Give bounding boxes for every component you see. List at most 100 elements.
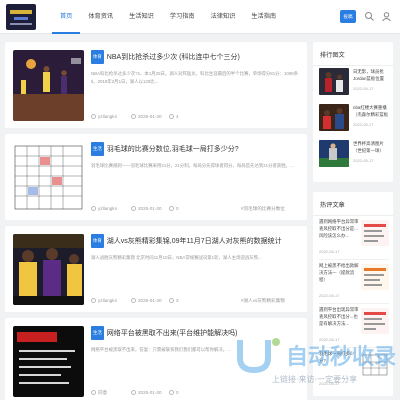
article-excerpt: 羽毛球比赛规则——羽毛球比赛采用21分，21分制，每局分先得球者得分，每局首先达… — [91, 163, 294, 168]
search-icon[interactable] — [364, 11, 375, 22]
article-thumbnail[interactable] — [13, 50, 84, 121]
ranking-item-date: 2022-05-17 — [353, 86, 374, 91]
view-count: 0 — [169, 204, 179, 214]
ranking-widget: 排行图文 日无影，球员抢Jordan篮板位置 2022-05-17 nba红楼大… — [313, 42, 393, 182]
view-count: 3 — [169, 296, 179, 306]
author[interactable]: yzllangkn — [91, 296, 117, 306]
ranking-title: 排行图文 — [313, 42, 393, 66]
article-card[interactable]: 体育 NBA到比抢杀过多少次 (科比连中七个三分) NBA科比抢杀过多少次?1、本… — [5, 42, 307, 128]
hot-article-item[interactable]: 羽毛球一局打多少分? 2022-05-17 — [319, 350, 389, 392]
contribute-button[interactable]: 投稿 — [340, 10, 356, 23]
article-card[interactable]: 生活 羽毛球的比赛分数位,羽毛球一局打多少分? 羽毛球比赛规则——羽毛球比赛采用2… — [5, 134, 307, 220]
nav-sports[interactable]: 体育资讯 — [80, 0, 121, 34]
count-text: 3 — [176, 298, 179, 303]
clock-icon — [131, 114, 136, 119]
article-body: 生活 羽毛球的比赛分数位,羽毛球一局打多少分? 羽毛球比赛规则——羽毛球比赛采用2… — [91, 142, 301, 214]
nav-life-knowledge[interactable]: 生活知识 — [121, 0, 162, 34]
eye-icon — [169, 114, 174, 119]
author[interactable]: 同意 — [91, 388, 107, 398]
logo-mark — [10, 23, 32, 25]
date-text: 2025-01-30 — [138, 298, 162, 303]
hot-article-thumbnail[interactable] — [361, 352, 389, 378]
hot-article-date: 2022-05-17 — [319, 337, 340, 342]
ranking-item-title[interactable]: 世界杯高清图片（世纪第一球） — [353, 140, 389, 154]
article-thumbnail[interactable] — [13, 142, 84, 213]
publish-date: 2025-01-30 — [131, 296, 162, 306]
article-card[interactable]: 体育 湖人vs灰熊精彩集锦,09年11月7日湖人对灰熊的数据统计 湖人战胜灰熊精彩… — [5, 226, 307, 312]
hot-article-title[interactable]: 羽毛球一局打多少分? — [319, 350, 359, 378]
author-icon — [91, 206, 96, 211]
author-icon — [91, 114, 96, 119]
article-meta: 同意 2025-01-30 0 — [91, 388, 301, 398]
hot-article-thumbnail[interactable] — [361, 264, 389, 290]
ranking-item-title[interactable]: nba红楼大赛重播（杰森尔精彩篮板位置） — [353, 104, 389, 118]
article-tag[interactable]: 生活 — [91, 142, 104, 156]
hot-article-item[interactable]: 遇到网络平台异常审查风控取不出分是...风险该怎么办... 2022-05-17 — [319, 218, 389, 260]
hot-article-date: 2022-05-17 — [319, 293, 340, 298]
hot-article-item[interactable]: 网上被黑不给出款解决方法—（提款流程） 2022-05-17 — [319, 262, 389, 304]
article-body: 生活 网络平台被黑取不出来(平台维护能解决吗) 网络平台被黑取不出来，答复：只需被… — [91, 326, 301, 398]
clock-icon — [131, 298, 136, 303]
hot-article-title[interactable]: 遇到平台出现异常审查风控取不出分...也是有解决方法... — [319, 306, 359, 334]
article-title-text[interactable]: 网络平台被黑取不出来(平台维护能解决吗) — [107, 330, 238, 337]
eye-icon — [169, 390, 174, 395]
article-thumbnail[interactable] — [13, 326, 84, 397]
article-topic-tag[interactable]: #羽毛球的比赛分数位 — [241, 204, 285, 214]
author-icon — [91, 298, 96, 303]
article-thumbnail[interactable] — [13, 234, 84, 305]
nav-home[interactable]: 首页 — [52, 0, 81, 34]
hot-article-title[interactable]: 网上被黑不给出款解决方法—（提款流程） — [319, 262, 359, 290]
date-text: 2025-01-30 — [138, 206, 162, 211]
view-count: 0 — [169, 388, 179, 398]
date-text: 2025-01-30 — [138, 114, 162, 119]
article-tag[interactable]: 体育 — [91, 50, 104, 64]
article-excerpt: 网络平台被黑取不出来，答复：只需被联系我们我们都可以帮你解决。... — [91, 347, 231, 352]
article-title-text[interactable]: 湖人vs灰熊精彩集锦,09年11月7日湖人对灰熊的数据统计 — [107, 238, 282, 245]
logo-mark — [14, 17, 28, 20]
ranking-item[interactable]: nba红楼大赛重播（杰森尔精彩篮板位置） 2022-05-17 — [319, 104, 389, 134]
article-tag[interactable]: 生活 — [91, 326, 104, 340]
article-title[interactable]: 体育 湖人vs灰熊精彩集锦,09年11月7日湖人对灰熊的数据统计 — [91, 234, 301, 248]
article-title-text[interactable]: NBA到比抢杀过多少次 (科比连中七个三分) — [107, 54, 240, 61]
author[interactable]: yzllangkn — [91, 112, 117, 122]
article-card[interactable]: 生活 网络平台被黑取不出来(平台维护能解决吗) 网络平台被黑取不出来，答复：只需被… — [5, 318, 307, 400]
author-name: 同意 — [98, 390, 108, 395]
eye-icon — [169, 206, 174, 211]
count-text: 4 — [176, 114, 179, 119]
site-header: 首页 体育资讯 生活知识 学习指南 法律知识 生活指南 投稿 — [0, 0, 400, 34]
article-meta: yzllangkn 2025-01-30 4 — [91, 112, 301, 122]
article-title[interactable]: 体育 NBA到比抢杀过多少次 (科比连中七个三分) — [91, 50, 301, 64]
article-title[interactable]: 生活 羽毛球的比赛分数位,羽毛球一局打多少分? — [91, 142, 301, 156]
hot-article-thumbnail[interactable] — [361, 220, 389, 246]
hot-article-item[interactable]: 遇到平台出现异常审查风控取不出分...也是有解决方法... 2022-05-17 — [319, 306, 389, 348]
article-title[interactable]: 生活 网络平台被黑取不出来(平台维护能解决吗) — [91, 326, 301, 340]
author-name: yzllangkn — [98, 298, 118, 303]
user-icon[interactable] — [381, 11, 392, 22]
nav-life-guide[interactable]: 生活指南 — [243, 0, 284, 34]
ranking-item[interactable]: 日无影，球员抢Jordan篮板位置 2022-05-17 — [319, 68, 389, 98]
author-icon — [91, 390, 96, 395]
hot-articles-widget: 热评文章 遇到网络平台异常审查风控取不出分是...风险该怎么办... 2022-… — [313, 192, 393, 396]
article-body: 体育 湖人vs灰熊精彩集锦,09年11月7日湖人对灰熊的数据统计 湖人战胜灰熊精彩… — [91, 234, 301, 306]
hot-article-date: 2022-05-17 — [319, 249, 340, 254]
author[interactable]: yzllangkn — [91, 204, 117, 214]
ranking-thumbnail[interactable] — [319, 68, 349, 95]
nav-study-guide[interactable]: 学习指南 — [162, 0, 203, 34]
clock-icon — [131, 206, 136, 211]
article-tag[interactable]: 体育 — [91, 234, 104, 248]
site-logo[interactable] — [6, 4, 36, 30]
ranking-thumbnail[interactable] — [319, 140, 349, 167]
ranking-item-title[interactable]: 日无影，球员抢Jordan篮板位置 — [353, 68, 389, 82]
ranking-item[interactable]: 世界杯高清图片（世纪第一球） 2022-05-17 — [319, 140, 389, 170]
hot-article-thumbnail[interactable] — [361, 308, 389, 334]
publish-date: 2025-01-30 — [131, 112, 162, 122]
hot-articles-title: 热评文章 — [313, 192, 393, 216]
article-topic-tag[interactable]: #湖人vs灰熊精彩集锦 — [241, 296, 285, 306]
count-text: 0 — [176, 390, 179, 395]
hot-article-title[interactable]: 遇到网络平台异常审查风控取不出分是...风险该怎么办... — [319, 218, 359, 246]
ranking-thumbnail[interactable] — [319, 104, 349, 131]
nav-law[interactable]: 法律知识 — [203, 0, 244, 34]
article-body: 体育 NBA到比抢杀过多少次 (科比连中七个三分) NBA科比抢杀过多少次?1、本… — [91, 50, 301, 122]
article-meta: yzllangkn 2025-01-30 0 #羽毛球的比赛分数位 — [91, 204, 301, 214]
article-title-text[interactable]: 羽毛球的比赛分数位,羽毛球一局打多少分? — [107, 146, 239, 153]
